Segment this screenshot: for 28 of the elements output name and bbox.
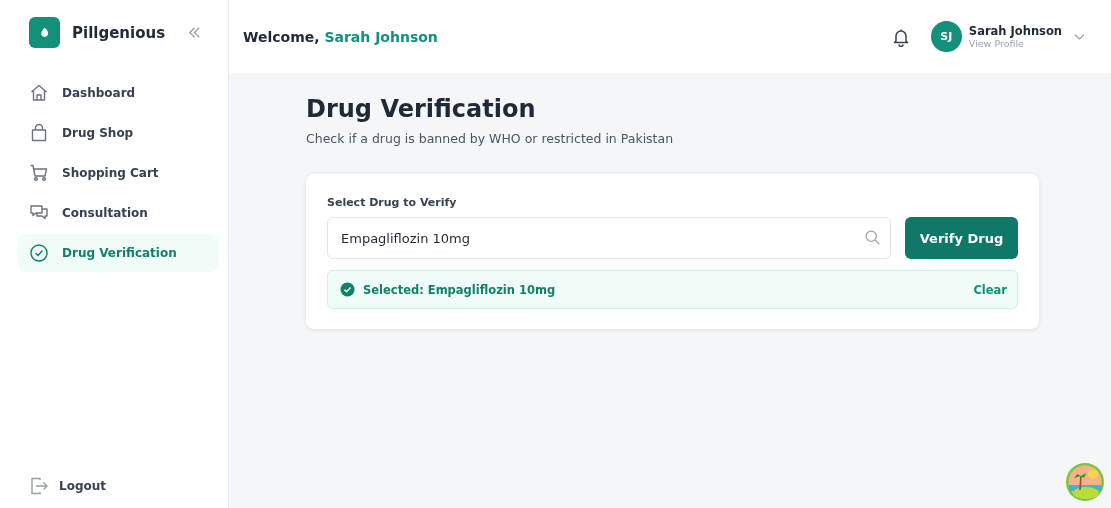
island-icon[interactable] bbox=[1065, 462, 1105, 502]
logo-icon bbox=[29, 17, 60, 48]
sidebar-item[interactable]: Consultation bbox=[18, 194, 218, 232]
sidebar-item[interactable]: Drug Shop bbox=[18, 114, 218, 152]
brand-name: Pillgenious bbox=[72, 23, 167, 42]
user-name: Sarah Johnson bbox=[968, 24, 1062, 38]
home-icon bbox=[29, 83, 49, 103]
chevron-down-icon[interactable] bbox=[1074, 32, 1085, 41]
logout-icon bbox=[29, 476, 49, 496]
drug-search-field[interactable]: Empagliflozin 10mg bbox=[327, 217, 891, 259]
verify-drug-button[interactable]: Verify Drug bbox=[905, 217, 1018, 259]
logout-button[interactable]: Logout bbox=[18, 476, 106, 496]
sidebar-item[interactable]: Drug Verification bbox=[18, 234, 218, 272]
check-circle-icon bbox=[29, 243, 49, 263]
user-avatar[interactable]: SJ bbox=[930, 21, 962, 52]
sidebar-item[interactable]: Dashboard bbox=[18, 74, 218, 112]
search-icon bbox=[864, 229, 881, 246]
welcome-text: Welcome, Sarah Johnson bbox=[243, 28, 439, 45]
sidebar-item[interactable]: Shopping Cart bbox=[18, 154, 218, 192]
page-title: Drug Verification bbox=[306, 95, 537, 123]
cart-icon bbox=[29, 163, 49, 183]
selection-text: Selected: Empagliflozin 10mg bbox=[363, 282, 557, 297]
collapse-icon[interactable] bbox=[187, 25, 202, 40]
clear-link[interactable]: Clear bbox=[973, 282, 1007, 297]
field-label: Select Drug to Verify bbox=[327, 196, 458, 209]
check-circle-icon bbox=[340, 282, 355, 297]
page-subtitle: Check if a drug is banned by WHO or restricted in Pakistan bbox=[306, 131, 675, 146]
bag-icon bbox=[29, 123, 49, 143]
